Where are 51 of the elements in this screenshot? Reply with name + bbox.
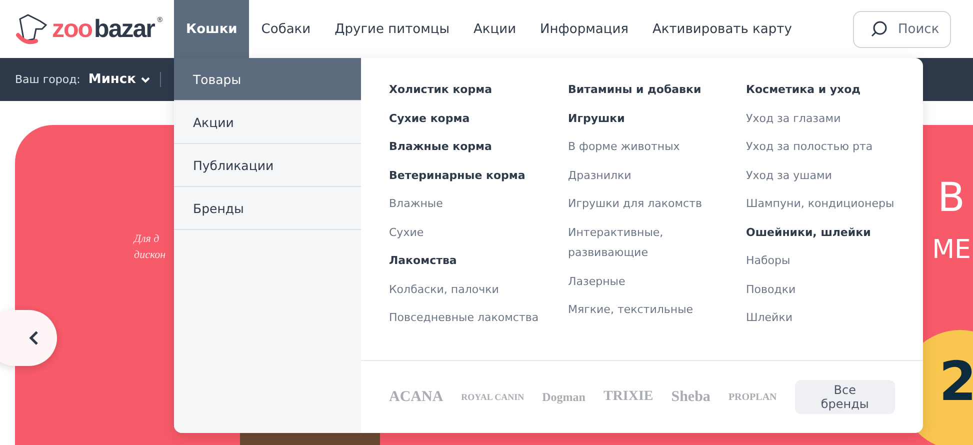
category-link[interactable]: Уход за ушами: [746, 162, 921, 190]
category-link[interactable]: Сухие: [389, 218, 564, 247]
promo-text: Для д: [134, 233, 160, 245]
category-heading[interactable]: Косметика и уход: [746, 76, 921, 104]
category-link[interactable]: Колбаски, палочки: [389, 276, 564, 304]
promo-title: В: [938, 175, 965, 221]
category-link[interactable]: Шлейки: [746, 304, 921, 332]
nav-link[interactable]: Кошки: [174, 0, 250, 58]
logo-text: bazar: [94, 14, 154, 44]
search-icon: [870, 20, 888, 38]
category-heading[interactable]: Игрушки: [568, 104, 718, 133]
logo-text: zoo: [52, 14, 92, 44]
category-heading[interactable]: Ошейники, шлейки: [746, 218, 921, 247]
category-heading[interactable]: Влажные корма: [389, 133, 564, 162]
category-link[interactable]: В форме животных: [568, 133, 718, 162]
category-heading[interactable]: Сухие корма: [389, 104, 564, 133]
city-label: Ваш город:: [15, 73, 80, 86]
promo-text: дискон: [134, 249, 166, 261]
chevron-left-icon: [29, 330, 39, 346]
category-heading[interactable]: Лакомства: [389, 247, 564, 276]
menu-section[interactable]: Акции: [174, 101, 361, 144]
nav-link[interactable]: Информация: [528, 0, 640, 58]
category-link[interactable]: Интерактивные, развивающие: [568, 218, 718, 268]
category-link[interactable]: Влажные: [389, 190, 564, 218]
menu-section[interactable]: Публикации: [174, 144, 361, 187]
menu-section[interactable]: Бренды: [174, 187, 361, 230]
category-link[interactable]: Уход за глазами: [746, 104, 921, 133]
city-selector[interactable]: Минск: [86, 72, 161, 87]
category-link[interactable]: Лазерные: [568, 268, 718, 296]
chevron-down-icon: [140, 76, 150, 82]
category-heading[interactable]: Витамины и добавки: [568, 76, 718, 104]
all-brands-button[interactable]: Все бренды: [794, 380, 895, 414]
nav-link[interactable]: Активировать карту: [640, 0, 804, 58]
category-link[interactable]: Поводки: [746, 276, 921, 304]
promo-subtitle: МЕ: [932, 235, 971, 265]
nav-link[interactable]: Акции: [462, 0, 528, 58]
category-link[interactable]: Наборы: [746, 247, 921, 276]
promo-number: 2: [939, 350, 973, 413]
nav-link[interactable]: Собаки: [249, 0, 323, 58]
nav-link[interactable]: Другие питомцы: [322, 0, 462, 58]
menu-section[interactable]: Товары: [174, 58, 361, 101]
category-heading[interactable]: Холистик корма: [389, 76, 564, 104]
previous-slide-button[interactable]: [0, 310, 57, 366]
category-link[interactable]: Игрушки для лакомств: [568, 190, 718, 218]
category-link[interactable]: Шампуни, кондиционеры: [746, 190, 921, 218]
search-button[interactable]: Поиск: [853, 10, 951, 48]
category-heading[interactable]: Ветеринарные корма: [389, 162, 564, 190]
category-link[interactable]: Дразнилки: [568, 162, 718, 190]
category-link[interactable]: Повседневные лакомства: [389, 304, 564, 332]
category-link[interactable]: Мягкие, текстильные: [568, 296, 718, 324]
category-link[interactable]: Уход за полостью рта: [746, 133, 921, 162]
